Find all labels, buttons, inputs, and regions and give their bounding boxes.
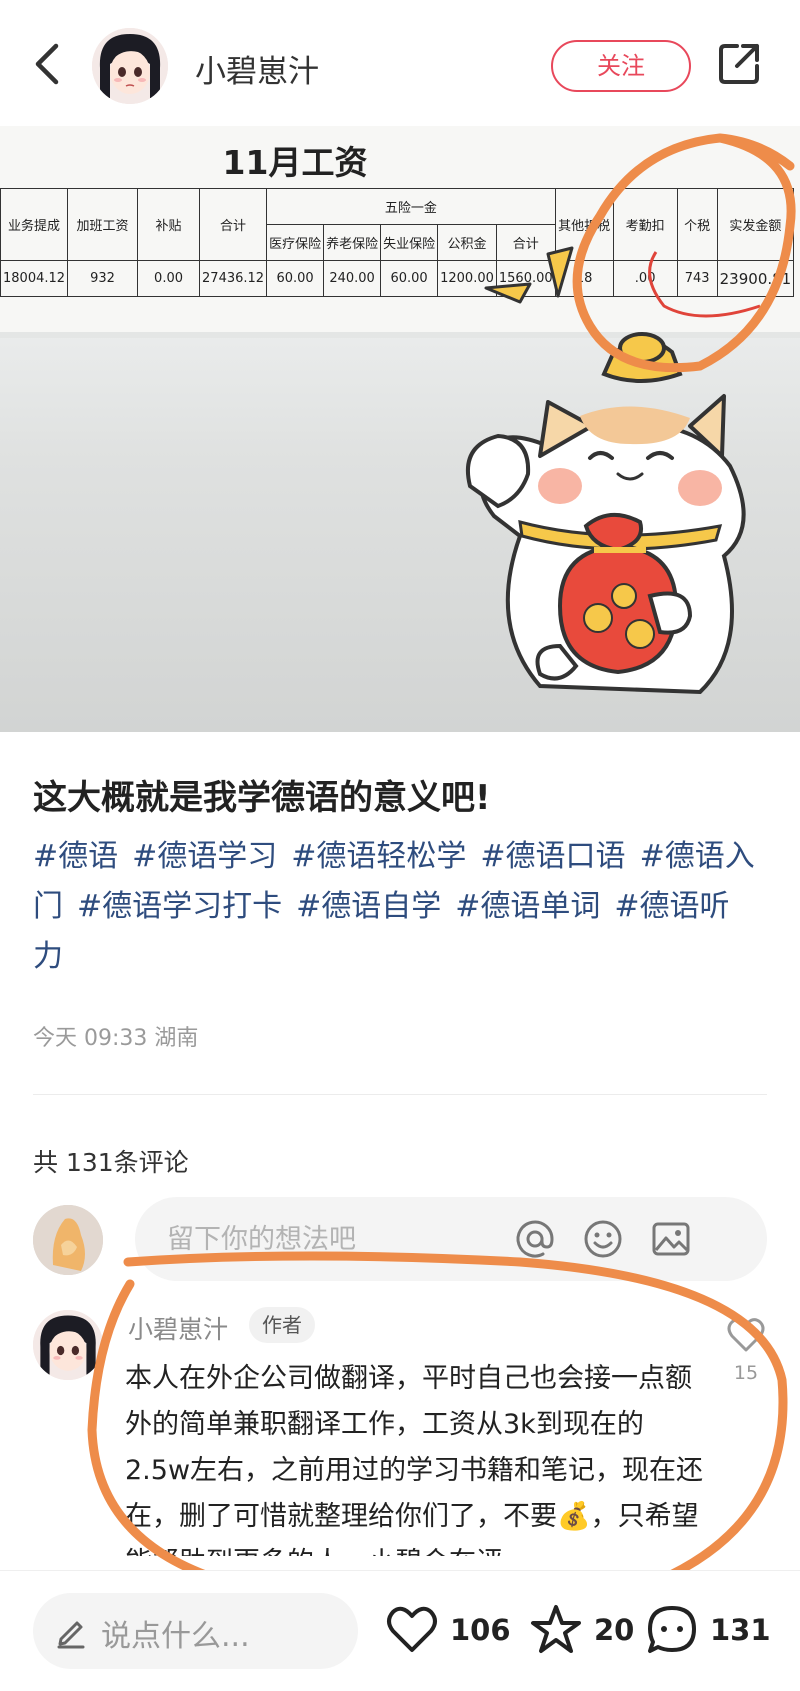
heart-icon [387, 1606, 437, 1652]
follow-button[interactable]: 关注 [551, 40, 691, 92]
comment-avatar[interactable] [33, 1310, 103, 1380]
hashtag[interactable]: #德语轻松学 [291, 839, 466, 874]
like-button[interactable]: 106 [384, 1595, 511, 1665]
my-avatar[interactable] [33, 1205, 103, 1275]
comment-like-count: 15 [733, 1362, 759, 1384]
say-something-placeholder: 说点什么... [101, 1619, 250, 1654]
comment-button-count: 131 [710, 1613, 771, 1647]
pencil-icon [53, 1613, 89, 1649]
emoji-icon[interactable] [581, 1217, 625, 1261]
chat-bubble-icon [648, 1606, 696, 1653]
author-avatar[interactable] [92, 28, 168, 104]
favorite-button[interactable]: 20 [528, 1595, 634, 1665]
star-icon [531, 1605, 581, 1653]
comment-input-box[interactable] [135, 1197, 767, 1281]
hashtag-list: #德语 #德语学习 #德语轻松学 #德语口语 #德语入门 #德语学习打卡 #德语自学 #德语单… [33, 832, 773, 982]
share-icon[interactable] [715, 40, 763, 88]
comment-author-name[interactable]: 小碧崽汁 [128, 1310, 228, 1346]
like-count: 106 [450, 1613, 511, 1647]
bottom-action-bar: 说点什么... 106 20 131 [0, 1570, 800, 1691]
hashtag[interactable]: #德语学习 [132, 839, 277, 874]
hashtag[interactable]: #德语口语 [480, 839, 625, 874]
comment-like-icon[interactable] [726, 1316, 766, 1356]
hashtag[interactable]: #德语自学 [296, 889, 441, 924]
author-name[interactable]: 小碧崽汁 [195, 46, 319, 91]
back-icon[interactable] [28, 40, 68, 88]
post-image[interactable]: 11月工资 业务提成 加班工资 补贴 合计 五险一金 其他扣税 考勤扣 个税 实… [0, 126, 800, 732]
author-badge: 作者 [249, 1307, 315, 1343]
hashtag[interactable]: #德语学习打卡 [77, 889, 282, 924]
hashtag[interactable]: #德语单词 [455, 889, 600, 924]
image-icon[interactable] [649, 1217, 693, 1261]
say-something-input[interactable]: 说点什么... [33, 1593, 358, 1669]
post-time-location: 今天 09:33 湖南 [33, 1026, 199, 1051]
lucky-cat-sticker [465, 133, 796, 695]
favorite-count: 20 [594, 1613, 635, 1647]
comment-text[interactable]: 本人在外企公司做翻译，平时自己也会接一点额外的简单兼职翻译工作，工资从3k到现在… [125, 1356, 705, 1556]
comment-button[interactable]: 131 [644, 1595, 771, 1665]
mention-icon[interactable] [513, 1217, 557, 1261]
divider [33, 1094, 767, 1095]
post-title: 这大概就是我学德语的意义吧! [33, 778, 491, 818]
top-bar: 小碧崽汁 关注 [0, 0, 800, 126]
comment-count: 共 131条评论 [33, 1148, 189, 1177]
comment-input[interactable] [167, 1219, 497, 1259]
hashtag[interactable]: #德语 [33, 839, 118, 874]
